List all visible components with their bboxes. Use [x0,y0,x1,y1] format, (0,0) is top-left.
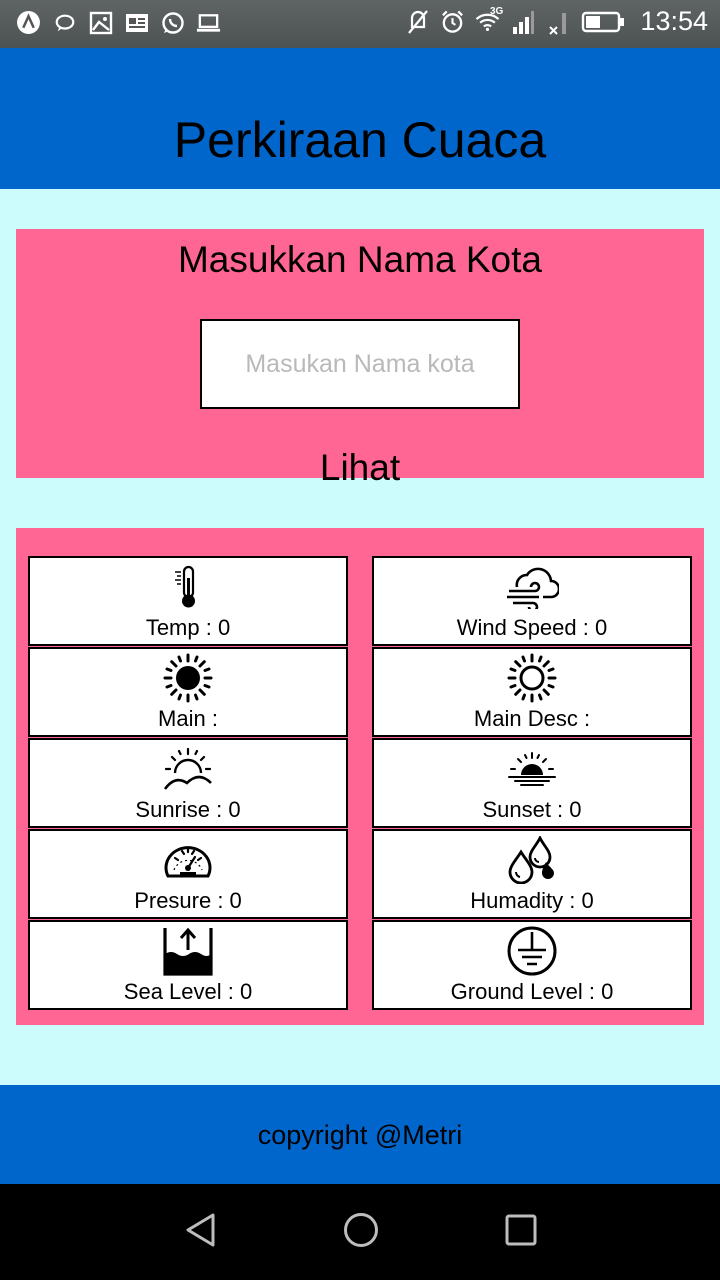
android-icon [16,10,41,35]
app-footer: copyright @Metri [0,1085,720,1184]
battery-icon [580,9,626,34]
alarm-icon [440,9,465,34]
sunrise-label: Sunrise : 0 [135,797,241,822]
city-name-input[interactable] [200,319,520,409]
wind-speed-label: Wind Speed : 0 [456,615,608,640]
pressure-card: Presure : 0 [28,829,348,919]
signal-x-icon [545,9,570,35]
page-title: Perkiraan Cuaca [173,112,547,168]
home-button[interactable] [341,1212,381,1252]
clock-time: 13:54 [640,6,708,36]
home-icon [342,1211,380,1254]
navigation-bar [0,1184,720,1280]
temp-label: Temp : 0 [145,615,231,640]
image-icon [88,10,113,35]
sunset-icon [374,744,690,794]
temp-card: Temp : 0 [28,556,348,646]
sunrise-icon [30,744,346,794]
main-label: Main : [158,706,218,731]
lihat-button[interactable]: Lihat [280,445,440,491]
main-desc-label: Main Desc : [473,706,591,731]
system-icons: 13:54 [405,6,708,37]
sea-level-label: Sea Level : 0 [123,979,253,1004]
search-panel: Masukkan Nama Kota [16,229,704,478]
copyright-text: copyright @Metri [257,1120,463,1150]
news-icon [124,10,149,35]
sunrise-card: Sunrise : 0 [28,738,348,828]
ground-level-label: Ground Level : 0 [450,979,614,1004]
sunset-label: Sunset : 0 [482,797,582,822]
main-card: Main : [28,647,348,737]
humidity-drops-icon [374,835,690,885]
recents-button[interactable] [501,1212,541,1252]
pressure-label: Presure : 0 [134,888,242,913]
weather-info-panel: Temp : 0 Wind Speed : 0 Main : Main Desc… [16,528,704,1025]
wind-speed-card: Wind Speed : 0 [372,556,692,646]
humidity-label: Humadity : 0 [470,888,594,913]
sea-level-icon [30,926,346,976]
laptop-icon [196,10,221,35]
humidity-card: Humadity : 0 [372,829,692,919]
sunset-card: Sunset : 0 [372,738,692,828]
sea-level-card: Sea Level : 0 [28,920,348,1010]
recents-icon [504,1213,538,1252]
wifi-icon [475,9,500,34]
signal-icon [510,9,535,34]
back-icon [183,1212,219,1253]
ground-level-card: Ground Level : 0 [372,920,692,1010]
thermometer-icon [30,562,346,612]
mute-icon [405,9,430,34]
back-button[interactable] [181,1212,221,1252]
app-header: Perkiraan Cuaca [0,48,720,189]
notification-icons [16,10,221,35]
whatsapp-icon [160,10,185,35]
main-desc-card: Main Desc : [372,647,692,737]
ground-level-icon [374,926,690,976]
chat-bubble-icon [52,10,77,35]
sun-outline-icon [374,653,690,703]
search-heading: Masukkan Nama Kota [177,239,542,280]
sun-filled-icon [30,653,346,703]
wind-cloud-icon [374,562,690,612]
status-bar: 3G 13:54 [0,0,720,48]
pressure-gauge-icon [30,835,346,885]
